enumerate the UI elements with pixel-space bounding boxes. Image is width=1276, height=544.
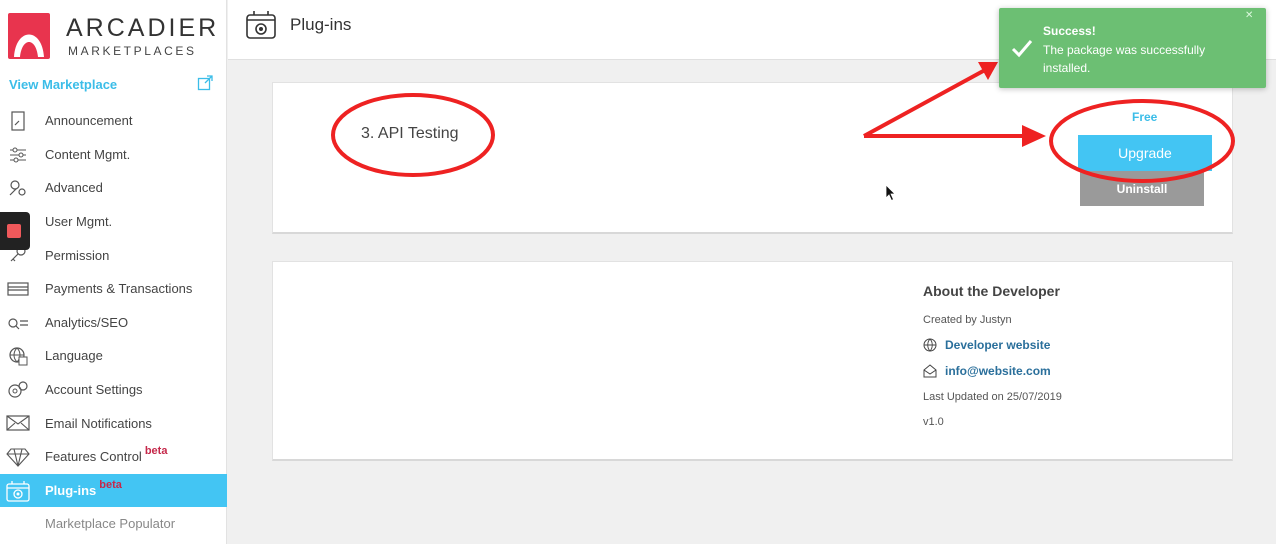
sidebar-item-plugins[interactable]: Plug-ins beta	[0, 473, 227, 508]
sidebar-item-label: Plug-ins	[45, 482, 97, 498]
sidebar-item-label: Analytics/SEO	[45, 314, 129, 330]
sidebar-item-label: Email Notifications	[45, 415, 152, 431]
brand-title: ARCADIER	[66, 14, 220, 42]
sidebar-item-features-control[interactable]: Features Control beta	[0, 440, 227, 474]
sidebar-item-label: Payments & Transactions	[45, 281, 193, 297]
beta-badge: beta	[99, 478, 122, 491]
plugin-name: 3. API Testing	[361, 125, 459, 142]
page-title: Plug-ins	[290, 15, 352, 34]
plugin-card: 3. API Testing Free Upgrade Uninstall	[272, 82, 1233, 234]
plugin-version: v1.0	[923, 416, 944, 428]
sidebar-item-account-settings[interactable]: Account Settings	[0, 373, 227, 407]
sidebar-item-email-notifications[interactable]: Email Notifications	[0, 406, 227, 440]
sliders-icon	[6, 144, 30, 166]
envelope-icon	[923, 364, 937, 378]
sidebar-item-language[interactable]: Language	[0, 339, 227, 373]
sidebar: ARCADIER MARKETPLACES View Marketplace A…	[0, 0, 227, 544]
mail-icon	[6, 412, 30, 434]
sidebar-item-announcement[interactable]: Announcement	[0, 104, 227, 138]
sidebar-item-marketplace-populator[interactable]: Marketplace Populator	[0, 507, 227, 541]
last-updated: Last Updated on 25/07/2019	[923, 391, 1062, 403]
uninstall-button[interactable]: Uninstall	[1080, 171, 1204, 206]
sidebar-item-label-wrap: Plug-ins beta	[45, 479, 122, 498]
developer-email-link[interactable]: info@website.com	[923, 364, 1051, 378]
beta-badge: beta	[144, 445, 168, 458]
success-toast[interactable]: Success! The package was successfully in…	[999, 8, 1266, 88]
checkmark-icon	[1011, 40, 1033, 58]
toast-title: Success!	[1043, 24, 1096, 38]
sidebar-item-label-wrap: Features Control beta	[45, 445, 167, 465]
brand-subtitle: MARKETPLACES	[68, 44, 197, 58]
globe-icon	[6, 345, 30, 367]
sidebar-item-advanced[interactable]: Advanced	[0, 171, 227, 205]
developer-website-link[interactable]: Developer website	[923, 338, 1050, 352]
plugin-price: Free	[1132, 110, 1158, 124]
sidebar-item-label: User Mgmt.	[45, 214, 113, 230]
logo[interactable]: ARCADIER MARKETPLACES	[8, 10, 216, 60]
card-icon	[6, 278, 30, 300]
developer-card: About the Developer Created by Justyn De…	[272, 261, 1233, 461]
external-link-icon[interactable]	[197, 75, 213, 91]
sidebar-item-label: Announcement	[45, 113, 133, 129]
sidebar-item-label: Permission	[45, 247, 110, 263]
sidebar-nav: Announcement Content Mgmt. Advanced User…	[0, 104, 227, 541]
sidebar-item-label: Account Settings	[45, 382, 143, 398]
created-by: Created by Justyn	[923, 314, 1012, 326]
upgrade-button[interactable]: Upgrade	[1078, 135, 1212, 171]
sidebar-item-permission[interactable]: Permission	[0, 238, 227, 272]
plugin-icon	[6, 480, 30, 502]
mouse-cursor-icon	[885, 184, 896, 202]
sidebar-item-content-mgmt[interactable]: Content Mgmt.	[0, 138, 227, 172]
about-developer-heading: About the Developer	[923, 283, 1060, 299]
advanced-icon	[6, 177, 30, 199]
arcadier-logo-icon	[8, 13, 50, 59]
sidebar-item-analytics[interactable]: Analytics/SEO	[0, 306, 227, 340]
developer-website-label: Developer website	[945, 338, 1051, 352]
analytics-icon	[6, 312, 30, 334]
toast-message: The package was successfully installed.	[1043, 43, 1206, 75]
plugin-icon	[246, 11, 276, 39]
sidebar-item-user-mgmt[interactable]: User Mgmt.	[0, 205, 227, 239]
gears-icon	[6, 379, 30, 401]
recording-indicator[interactable]	[0, 212, 30, 250]
view-marketplace-link[interactable]: View Marketplace	[9, 77, 117, 92]
globe-icon	[923, 338, 937, 352]
sidebar-item-label: Language	[45, 348, 103, 364]
announcement-icon	[6, 110, 30, 132]
sidebar-item-label: Content Mgmt.	[45, 146, 131, 162]
annotation-arrowhead-toast	[978, 62, 998, 80]
sidebar-item-label: Marketplace Populator	[45, 516, 176, 532]
sidebar-item-label: Advanced	[45, 180, 103, 196]
close-icon[interactable]: ✕	[1245, 10, 1253, 21]
sidebar-item-payments[interactable]: Payments & Transactions	[0, 272, 227, 306]
diamond-icon	[6, 446, 30, 468]
sidebar-item-label: Features Control	[45, 449, 142, 465]
developer-email: info@website.com	[945, 364, 1051, 378]
